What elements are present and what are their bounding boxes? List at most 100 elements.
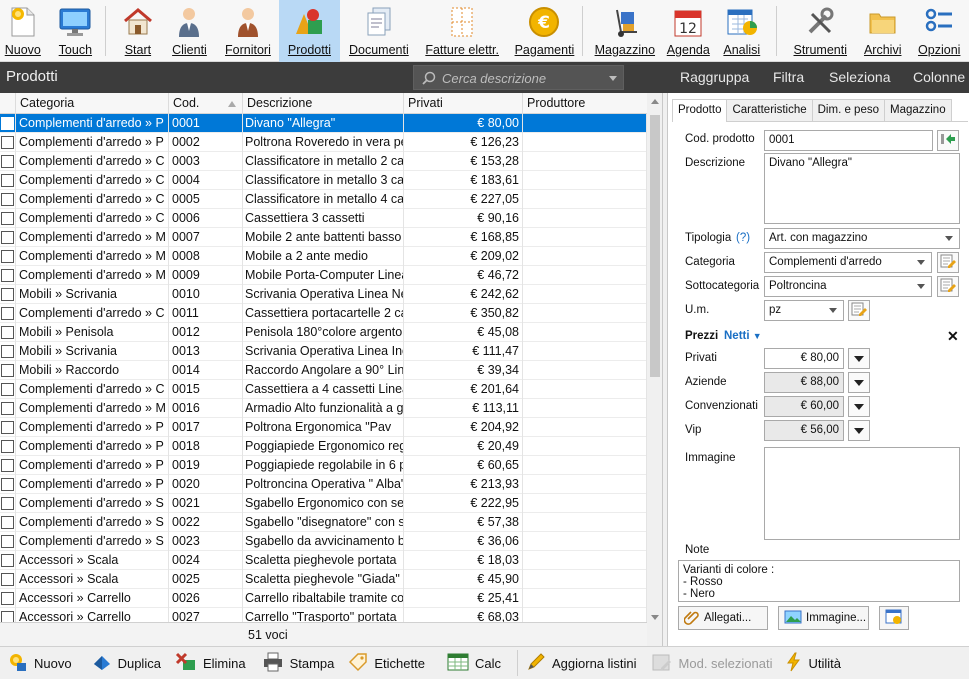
row-select-cell[interactable] [0,209,16,228]
scrollbar-thumb[interactable] [650,115,660,377]
table-row[interactable]: Complementi d'arredo » M 0016 Armadio Alto… [0,399,647,418]
price-privati-field[interactable]: € 80,00 [764,348,844,369]
table-row[interactable]: Complementi d'arredo » S 0023 Sgabello da … [0,532,647,551]
edit-um-button[interactable] [848,300,870,321]
immagine-button[interactable]: Immagine... [778,606,869,630]
table-row[interactable]: Accessori » Scala 0025 Scaletta pieghevole… [0,570,647,589]
ribbon-analisi-button[interactable]: Analisi [714,0,770,62]
row-checkbox[interactable] [1,174,14,187]
row-select-cell[interactable] [0,361,16,380]
ribbon-magazzino-button[interactable]: Magazzino [587,0,662,62]
utilita-button[interactable]: Utilità [780,647,847,679]
table-row[interactable]: Complementi d'arredo » P 0001 Divano "Alle… [0,114,647,133]
row-select-cell[interactable] [0,114,16,133]
row-select-cell[interactable] [0,399,16,418]
edit-categoria-button[interactable] [937,252,959,273]
price-aziende-field[interactable]: € 88,00 [764,372,844,393]
row-checkbox[interactable] [1,592,14,605]
stampa-button[interactable]: Stampa [256,647,341,679]
scroll-down-icon[interactable] [651,615,659,620]
tab-dim-peso[interactable]: Dim. e peso [811,99,885,121]
prezzi-mode-dropdown[interactable]: Netti ▼ [724,330,762,342]
price-aziende-dropdown[interactable] [848,372,870,393]
column-header-select[interactable] [0,93,16,114]
scroll-up-icon[interactable] [651,99,659,104]
table-row[interactable]: Mobili » Scrivania 0010 Scrivania Operativ… [0,285,647,304]
ribbon-archivi-button[interactable]: Archivi [856,0,910,62]
note-field[interactable]: Varianti di colore : - Rosso - Nero [678,560,960,602]
close-icon[interactable]: ✕ [947,328,959,345]
vertical-scrollbar[interactable] [647,93,662,646]
row-checkbox[interactable] [1,421,14,434]
table-row[interactable]: Complementi d'arredo » C 0003 Classificato… [0,152,647,171]
table-row[interactable]: Complementi d'arredo » P 0018 Poggiapiede … [0,437,647,456]
table-row[interactable]: Mobili » Penisola 0012 Penisola 180°colore… [0,323,647,342]
row-select-cell[interactable] [0,513,16,532]
cod-prodotto-field[interactable]: 0001 [764,130,933,151]
ribbon-documenti-button[interactable]: Documenti [340,0,417,62]
row-select-cell[interactable] [0,437,16,456]
row-select-cell[interactable] [0,190,16,209]
table-row[interactable]: Complementi d'arredo » M 0008 Mobile a 2 a… [0,247,647,266]
row-checkbox[interactable] [1,535,14,548]
sottocategoria-select[interactable]: Poltroncina [764,276,932,297]
table-row[interactable]: Accessori » Scala 0024 Scaletta pieghevole… [0,551,647,570]
row-checkbox[interactable] [1,307,14,320]
row-checkbox[interactable] [1,497,14,510]
table-row[interactable]: Complementi d'arredo » C 0006 Cassettiera … [0,209,647,228]
filtra-button[interactable]: Filtra [773,69,804,85]
row-checkbox[interactable] [1,136,14,149]
row-checkbox[interactable] [1,155,14,168]
row-select-cell[interactable] [0,570,16,589]
calc-button[interactable]: Calc [441,647,507,679]
raggruppa-button[interactable]: Raggruppa [680,69,749,85]
ribbon-nuovo-button[interactable]: Nuovo [0,0,46,62]
um-select[interactable]: pz [764,300,844,321]
row-select-cell[interactable] [0,380,16,399]
table-row[interactable]: Complementi d'arredo » S 0022 Sgabello "di… [0,513,647,532]
categoria-select[interactable]: Complementi d'arredo [764,252,932,273]
row-select-cell[interactable] [0,475,16,494]
row-select-cell[interactable] [0,323,16,342]
allegati-button[interactable]: Allegati... [678,606,768,630]
table-row[interactable]: Complementi d'arredo » P 0019 Poggiapiede … [0,456,647,475]
tab-magazzino[interactable]: Magazzino [883,99,952,121]
ribbon-touch-button[interactable]: Touch [46,0,106,62]
table-row[interactable]: Complementi d'arredo » C 0011 Cassettiera … [0,304,647,323]
price-vip-field[interactable]: € 56,00 [764,420,844,441]
row-checkbox[interactable] [1,516,14,529]
table-row[interactable]: Complementi d'arredo » C 0015 Cassettiera … [0,380,647,399]
row-checkbox[interactable] [1,440,14,453]
row-checkbox[interactable] [1,573,14,586]
table-row[interactable]: Mobili » Scrivania 0013 Scrivania Operativ… [0,342,647,361]
row-select-cell[interactable] [0,266,16,285]
chevron-down-icon[interactable] [609,76,617,81]
table-row[interactable]: Complementi d'arredo » C 0004 Classificato… [0,171,647,190]
row-checkbox[interactable] [1,193,14,206]
search-input[interactable]: Cerca descrizione [413,65,624,90]
row-select-cell[interactable] [0,494,16,513]
table-row[interactable]: Complementi d'arredo » M 0009 Mobile Porta… [0,266,647,285]
ribbon-opzioni-button[interactable]: Opzioni [910,0,969,62]
price-vip-dropdown[interactable] [848,420,870,441]
column-header-privati[interactable]: Privati [404,93,523,114]
tab-prodotto[interactable]: Prodotto [672,99,728,122]
duplica-button[interactable]: Duplica [86,647,167,679]
table-row[interactable]: Complementi d'arredo » P 0017 Poltrona Erg… [0,418,647,437]
row-select-cell[interactable] [0,418,16,437]
row-checkbox[interactable] [1,288,14,301]
table-row[interactable]: Accessori » Carrello 0026 Carrello ribalta… [0,589,647,608]
row-checkbox[interactable] [1,345,14,358]
mod-selezionati-button[interactable]: Mod. selezionati [645,647,779,679]
tab-caratteristiche[interactable]: Caratteristiche [726,99,813,121]
ribbon-fornitori-button[interactable]: Fornitori [217,0,278,62]
price-convenzionati-field[interactable]: € 60,00 [764,396,844,417]
row-select-cell[interactable] [0,285,16,304]
row-select-cell[interactable] [0,152,16,171]
column-header-descrizione[interactable]: Descrizione [243,93,404,114]
column-header-categoria[interactable]: Categoria [16,93,169,114]
aggiorna-listini-button[interactable]: Aggiorna listini [520,647,643,679]
descrizione-field[interactable]: Divano "Allegra" [764,153,960,224]
row-checkbox[interactable] [1,250,14,263]
row-select-cell[interactable] [0,247,16,266]
